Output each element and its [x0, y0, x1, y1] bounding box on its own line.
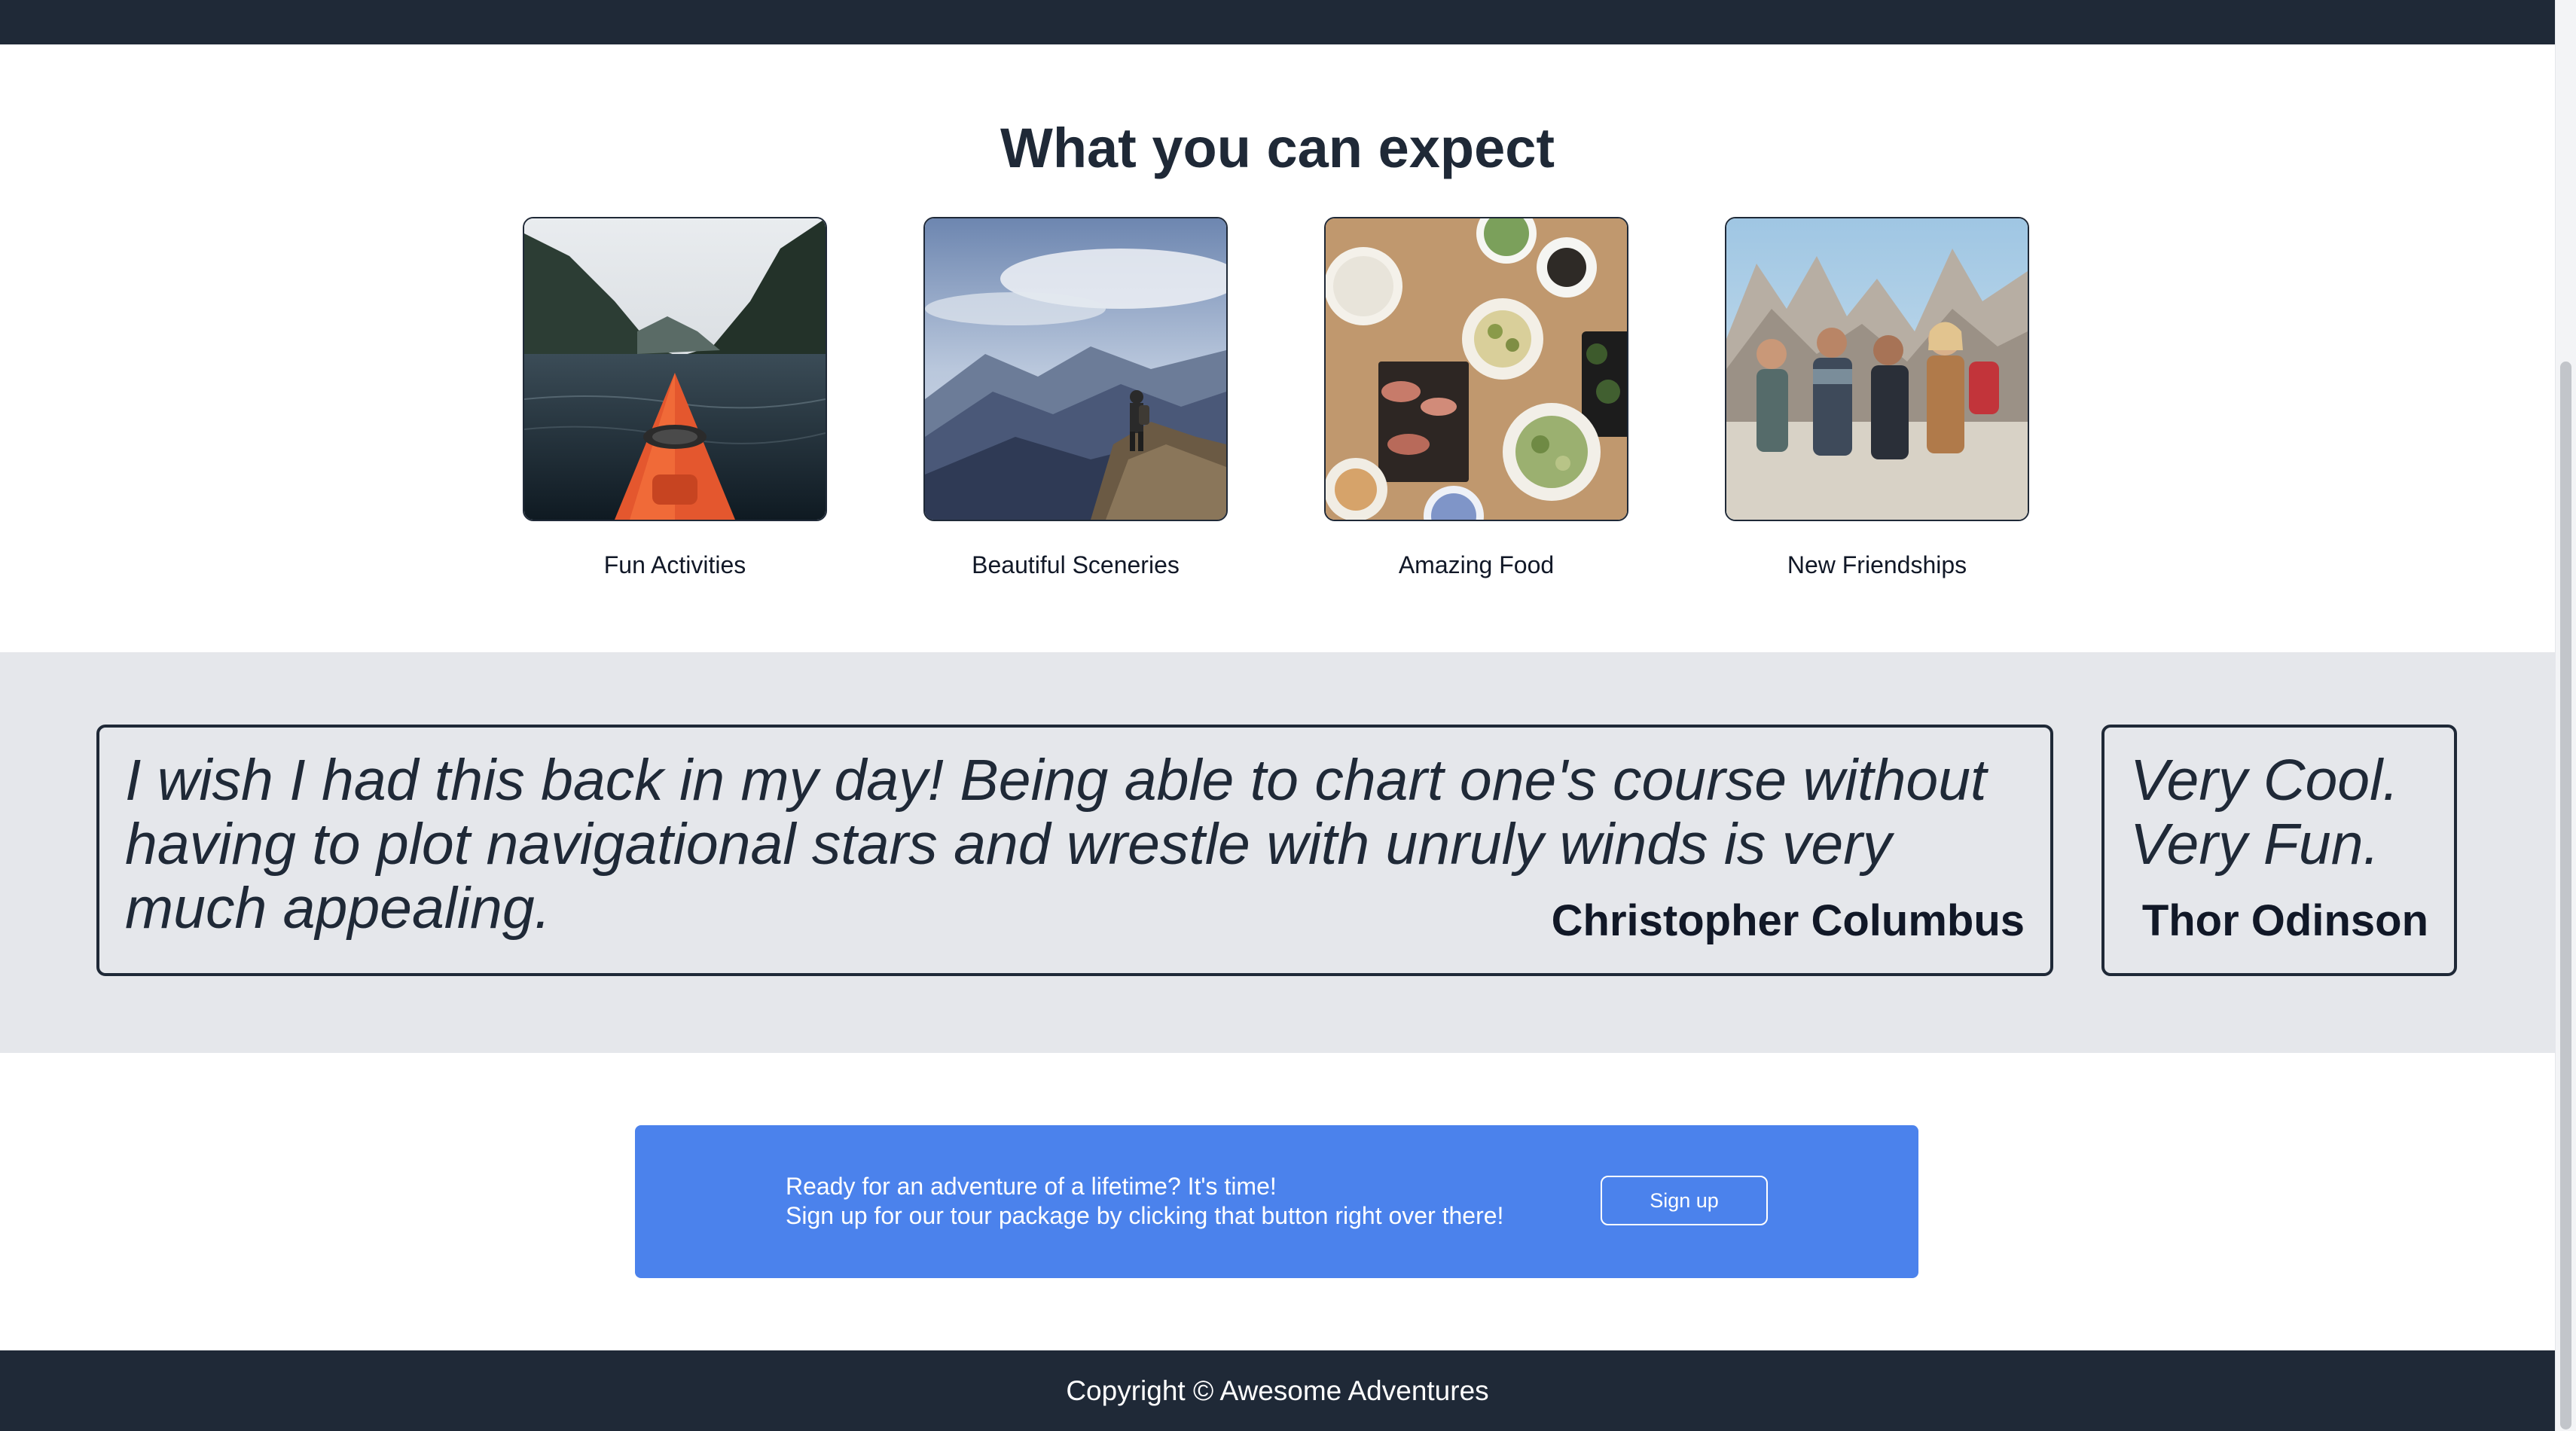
vertical-scrollbar[interactable] — [2555, 0, 2576, 1431]
feature-card-amazing-food: Amazing Food — [1324, 217, 1628, 580]
group-of-friends-illustration — [1726, 218, 2028, 520]
testimonial-card-thor: Very Cool. Very Fun. Thor Odinson — [2101, 725, 2457, 976]
hiker-on-mountain-ridge-illustration — [925, 218, 1226, 520]
cta-line-1: Ready for an adventure of a lifetime? It… — [786, 1173, 1277, 1200]
feature-label: New Friendships — [1787, 551, 1967, 578]
food-image — [1324, 217, 1628, 521]
top-navbar — [0, 0, 2555, 44]
mountain-hiker-image — [923, 217, 1228, 521]
kayak-in-fjord-illustration — [524, 218, 826, 520]
cta-text: Ready for an adventure of a lifetime? It… — [786, 1172, 1503, 1231]
testimonial-quote-line: Very Cool. — [2130, 748, 2399, 813]
feature-card-fun-activities: Fun Activities — [523, 217, 827, 580]
testimonial-quote: Very Cool. Very Fun. — [2130, 749, 2428, 877]
testimonial-author: Thor Odinson — [2141, 896, 2428, 945]
feature-label: Beautiful Sceneries — [972, 551, 1180, 578]
kayak-image — [523, 217, 827, 521]
feature-card-beautiful-sceneries: Beautiful Sceneries — [923, 217, 1228, 580]
testimonial-card-columbus: I wish I had this back in my day! Being … — [96, 725, 2053, 976]
friends-image — [1725, 217, 2029, 521]
cta-line-2: Sign up for our tour package by clicking… — [786, 1202, 1504, 1229]
feature-label: Fun Activities — [603, 551, 746, 578]
footer: Copyright © Awesome Adventures — [0, 1350, 2555, 1431]
testimonials-section: I wish I had this back in my day! Being … — [0, 652, 2555, 1053]
feature-label: Amazing Food — [1398, 551, 1555, 578]
features-title: What you can expect — [1000, 117, 1555, 179]
page: What you can expect Fun Activities Beaut… — [0, 0, 2555, 1431]
copyright-text: Copyright © Awesome Adventures — [1066, 1375, 1489, 1406]
signup-cta-banner: Ready for an adventure of a lifetime? It… — [635, 1125, 1918, 1278]
feature-card-new-friendships: New Friendships — [1725, 217, 2029, 580]
testimonial-quote-line: Very Fun. — [2130, 812, 2379, 877]
food-table-illustration — [1326, 218, 1627, 520]
scrollbar-thumb[interactable] — [2560, 362, 2571, 1429]
testimonial-author: Christopher Columbus — [1551, 896, 2025, 945]
sign-up-button[interactable]: Sign up — [1601, 1176, 1768, 1225]
